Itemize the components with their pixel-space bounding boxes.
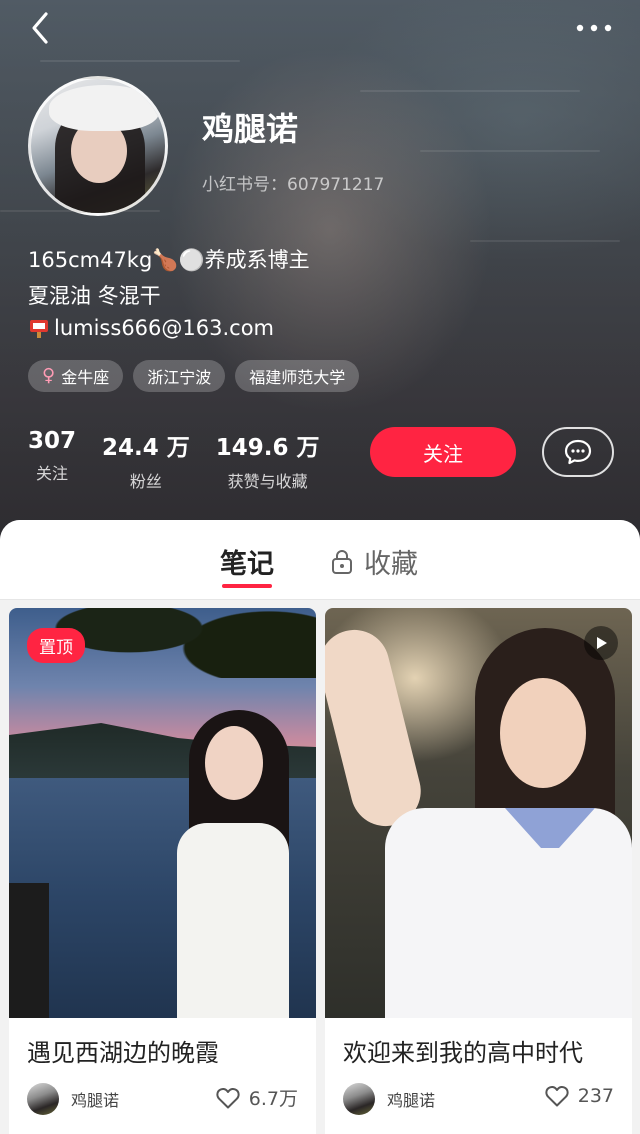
- back-button[interactable]: [22, 8, 62, 48]
- cover-person-body: [177, 823, 289, 1018]
- profile-avatar[interactable]: [28, 76, 168, 216]
- bio-line-1: 165cm47kg🍗⚪️养成系博主: [28, 248, 310, 272]
- bio-line-2: 夏混油 冬混干: [28, 284, 161, 308]
- play-icon: [597, 637, 607, 649]
- active-tab-indicator: [222, 584, 272, 588]
- post-cover-image: 置顶: [9, 608, 316, 1018]
- post-author[interactable]: 鸡腿诺: [27, 1083, 119, 1115]
- profile-header: 鸡腿诺 小红书号：607971217 165cm47kg🍗⚪️养成系博主 夏混油…: [0, 0, 640, 560]
- profile-tags: ♀ 金牛座 浙江宁波 福建师范大学: [28, 360, 360, 392]
- post-title: 遇见西湖边的晚霞: [27, 1039, 219, 1067]
- more-dots-icon: [576, 24, 612, 32]
- stat-likes-collects[interactable]: 149.6 万 获赞与收藏: [216, 428, 320, 492]
- author-name: 鸡腿诺: [387, 1091, 436, 1110]
- tab-collect[interactable]: 收藏: [330, 542, 418, 581]
- lock-icon: [332, 549, 352, 574]
- tab-bar: 笔记 收藏: [0, 520, 640, 600]
- mailbox-icon: [28, 317, 50, 339]
- cover-person-shirt: [385, 808, 632, 1018]
- stat-label: 粉丝: [129, 472, 162, 491]
- stat-following[interactable]: 307 关注: [28, 428, 76, 492]
- cover-railing-post: [9, 883, 49, 1018]
- tag-zodiac[interactable]: ♀ 金牛座: [28, 360, 124, 392]
- avatar-hat: [49, 85, 159, 131]
- post-card[interactable]: 欢迎来到我的高中时代 鸡腿诺 237: [325, 608, 632, 1134]
- like-button[interactable]: 237: [544, 1084, 614, 1108]
- stat-number: 24.4 万: [102, 435, 190, 461]
- stat-label: 获赞与收藏: [227, 472, 308, 491]
- red-id: 小红书号：607971217: [202, 175, 385, 195]
- post-cover-image: [325, 608, 632, 1018]
- stat-number: 149.6 万: [215, 435, 320, 461]
- profile-name: 鸡腿诺: [202, 110, 299, 148]
- female-icon: ♀: [42, 365, 56, 386]
- author-avatar: [27, 1083, 59, 1115]
- post-author[interactable]: 鸡腿诺: [343, 1083, 435, 1115]
- like-button[interactable]: 6.7万: [215, 1084, 298, 1111]
- email-text: lumiss666@163.com: [54, 316, 275, 340]
- more-button[interactable]: [570, 8, 618, 48]
- stat-fans[interactable]: 24.4 万 粉丝: [102, 428, 190, 492]
- tag-school[interactable]: 福建师范大学: [235, 360, 360, 392]
- follow-button[interactable]: 关注: [370, 427, 516, 477]
- tag-location[interactable]: 浙江宁波: [133, 360, 226, 392]
- tag-label: 福建师范大学: [249, 368, 346, 387]
- message-icon: [564, 439, 592, 465]
- tag-label: 浙江宁波: [147, 368, 212, 387]
- bio-email-line: lumiss666@163.com: [28, 316, 274, 340]
- back-arrow-icon: [32, 12, 48, 44]
- post-title: 欢迎来到我的高中时代: [343, 1039, 583, 1067]
- author-avatar: [343, 1083, 375, 1115]
- stat-label: 关注: [36, 464, 69, 483]
- like-count: 237: [577, 1085, 614, 1107]
- pinned-badge: 置顶: [27, 628, 85, 663]
- heart-icon: [545, 1085, 569, 1107]
- stat-number: 307: [28, 428, 77, 454]
- like-count: 6.7万: [248, 1088, 298, 1110]
- tab-collect-label: 收藏: [364, 549, 418, 580]
- video-indicator: [584, 626, 618, 660]
- tab-notes[interactable]: 笔记: [220, 542, 274, 581]
- cover-person-face: [205, 726, 263, 800]
- tag-label: 金牛座: [61, 368, 110, 387]
- heart-icon: [216, 1087, 240, 1108]
- post-card[interactable]: 置顶 遇见西湖边的晚霞 鸡腿诺 6.7万: [9, 608, 316, 1134]
- cover-person-face: [500, 678, 586, 788]
- message-button[interactable]: [542, 427, 614, 477]
- author-name: 鸡腿诺: [71, 1091, 120, 1110]
- profile-stats: 307 关注 24.4 万 粉丝 149.6 万 获赞与收藏: [28, 428, 320, 492]
